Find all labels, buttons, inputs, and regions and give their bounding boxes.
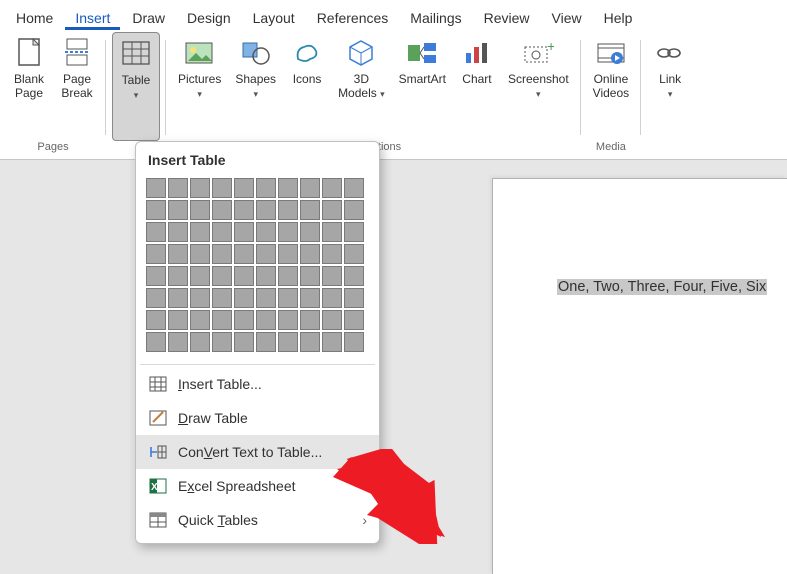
chevron-down-icon: ▾ xyxy=(253,87,258,101)
chevron-down-icon: ▾ xyxy=(197,87,202,101)
blank-page-button[interactable]: Blank Page xyxy=(6,32,52,141)
chart-icon xyxy=(460,36,494,70)
icons-icon xyxy=(290,36,324,70)
group-links-spacer xyxy=(669,141,672,157)
excel-icon: X xyxy=(148,477,168,495)
table-icon xyxy=(148,375,168,393)
shapes-label: Shapes▾ xyxy=(235,72,276,101)
group-media-label: Media xyxy=(596,141,626,157)
screenshot-label: Screenshot▾ xyxy=(508,72,569,101)
3d-models-button[interactable]: 3D Models ▾ xyxy=(332,32,391,141)
tab-references[interactable]: References xyxy=(307,6,399,30)
3d-models-label: 3D Models ▾ xyxy=(338,72,385,101)
group-tables: Table▾ xyxy=(106,30,166,159)
screenshot-icon: + xyxy=(521,36,555,70)
annotation-arrow-icon xyxy=(333,449,453,544)
group-pages: Blank Page Page Break Pages xyxy=(0,30,106,159)
svg-text:X: X xyxy=(151,482,158,493)
ribbon-tabs: Home Insert Draw Design Layout Reference… xyxy=(0,0,787,30)
convert-icon xyxy=(148,443,168,461)
ribbon: Blank Page Page Break Pages Table▾ xyxy=(0,30,787,160)
pictures-label: Pictures▾ xyxy=(178,72,221,101)
group-pages-label: Pages xyxy=(37,141,68,157)
link-button[interactable]: Link▾ xyxy=(647,32,693,141)
menu-insert-table-label: Insert Table... xyxy=(178,376,262,392)
draw-table-icon xyxy=(148,409,168,427)
page-break-icon xyxy=(60,36,94,70)
document-page[interactable]: One, Two, Three, Four, Five, Six xyxy=(492,178,787,574)
chevron-down-icon: ▾ xyxy=(668,87,673,101)
table-button[interactable]: Table▾ xyxy=(112,32,160,141)
tab-help[interactable]: Help xyxy=(594,6,643,30)
cube-icon xyxy=(344,36,378,70)
menu-insert-table[interactable]: Insert Table... xyxy=(136,367,379,401)
svg-text:+: + xyxy=(547,39,554,54)
smartart-label: SmartArt xyxy=(399,72,446,100)
chart-button[interactable]: Chart xyxy=(454,32,500,141)
smartart-button[interactable]: SmartArt xyxy=(393,32,452,141)
tab-mailings[interactable]: Mailings xyxy=(400,6,471,30)
shapes-icon xyxy=(239,36,273,70)
separator xyxy=(140,364,375,365)
chevron-down-icon: ▾ xyxy=(134,88,139,102)
pictures-icon xyxy=(183,36,217,70)
menu-convert-label: ConVert Text to Table... xyxy=(178,444,322,460)
tab-design[interactable]: Design xyxy=(177,6,241,30)
video-icon xyxy=(594,36,628,70)
selected-text[interactable]: One, Two, Three, Four, Five, Six xyxy=(557,279,767,295)
dropdown-title: Insert Table xyxy=(136,142,379,176)
tab-review[interactable]: Review xyxy=(474,6,540,30)
page-break-button[interactable]: Page Break xyxy=(54,32,100,141)
quick-tables-icon xyxy=(148,511,168,529)
shapes-button[interactable]: Shapes▾ xyxy=(229,32,282,141)
chevron-down-icon: ▾ xyxy=(536,87,541,101)
tab-view[interactable]: View xyxy=(542,6,592,30)
online-videos-button[interactable]: Online Videos xyxy=(587,32,635,141)
menu-quick-tables-label: Quick Tables xyxy=(178,512,258,528)
tab-insert[interactable]: Insert xyxy=(65,6,120,30)
chart-label: Chart xyxy=(462,72,491,100)
group-media: Online Videos Media xyxy=(581,30,641,159)
link-icon xyxy=(653,36,687,70)
tab-layout[interactable]: Layout xyxy=(243,6,305,30)
blank-page-label: Blank Page xyxy=(14,72,44,100)
table-label: Table▾ xyxy=(122,73,151,102)
group-illustrations: Pictures▾ Shapes▾ Icons 3D Models ▾ xyxy=(166,30,581,159)
online-videos-label: Online Videos xyxy=(593,72,629,100)
pictures-button[interactable]: Pictures▾ xyxy=(172,32,227,141)
group-links: Link▾ xyxy=(641,30,699,159)
menu-draw-table[interactable]: Draw Table xyxy=(136,401,379,435)
tab-home[interactable]: Home xyxy=(6,6,63,30)
link-label: Link▾ xyxy=(659,72,681,101)
icons-label: Icons xyxy=(293,72,322,100)
menu-draw-table-label: Draw Table xyxy=(178,410,248,426)
chevron-down-icon: ▾ xyxy=(380,87,385,101)
page-break-label: Page Break xyxy=(61,72,92,100)
tab-draw[interactable]: Draw xyxy=(122,6,175,30)
screenshot-button[interactable]: + Screenshot▾ xyxy=(502,32,575,141)
table-size-grid[interactable] xyxy=(136,176,379,362)
icons-button[interactable]: Icons xyxy=(284,32,330,141)
blank-page-icon xyxy=(12,36,46,70)
table-icon xyxy=(119,37,153,71)
smartart-icon xyxy=(405,36,439,70)
menu-excel-label: Excel Spreadsheet xyxy=(178,478,296,494)
